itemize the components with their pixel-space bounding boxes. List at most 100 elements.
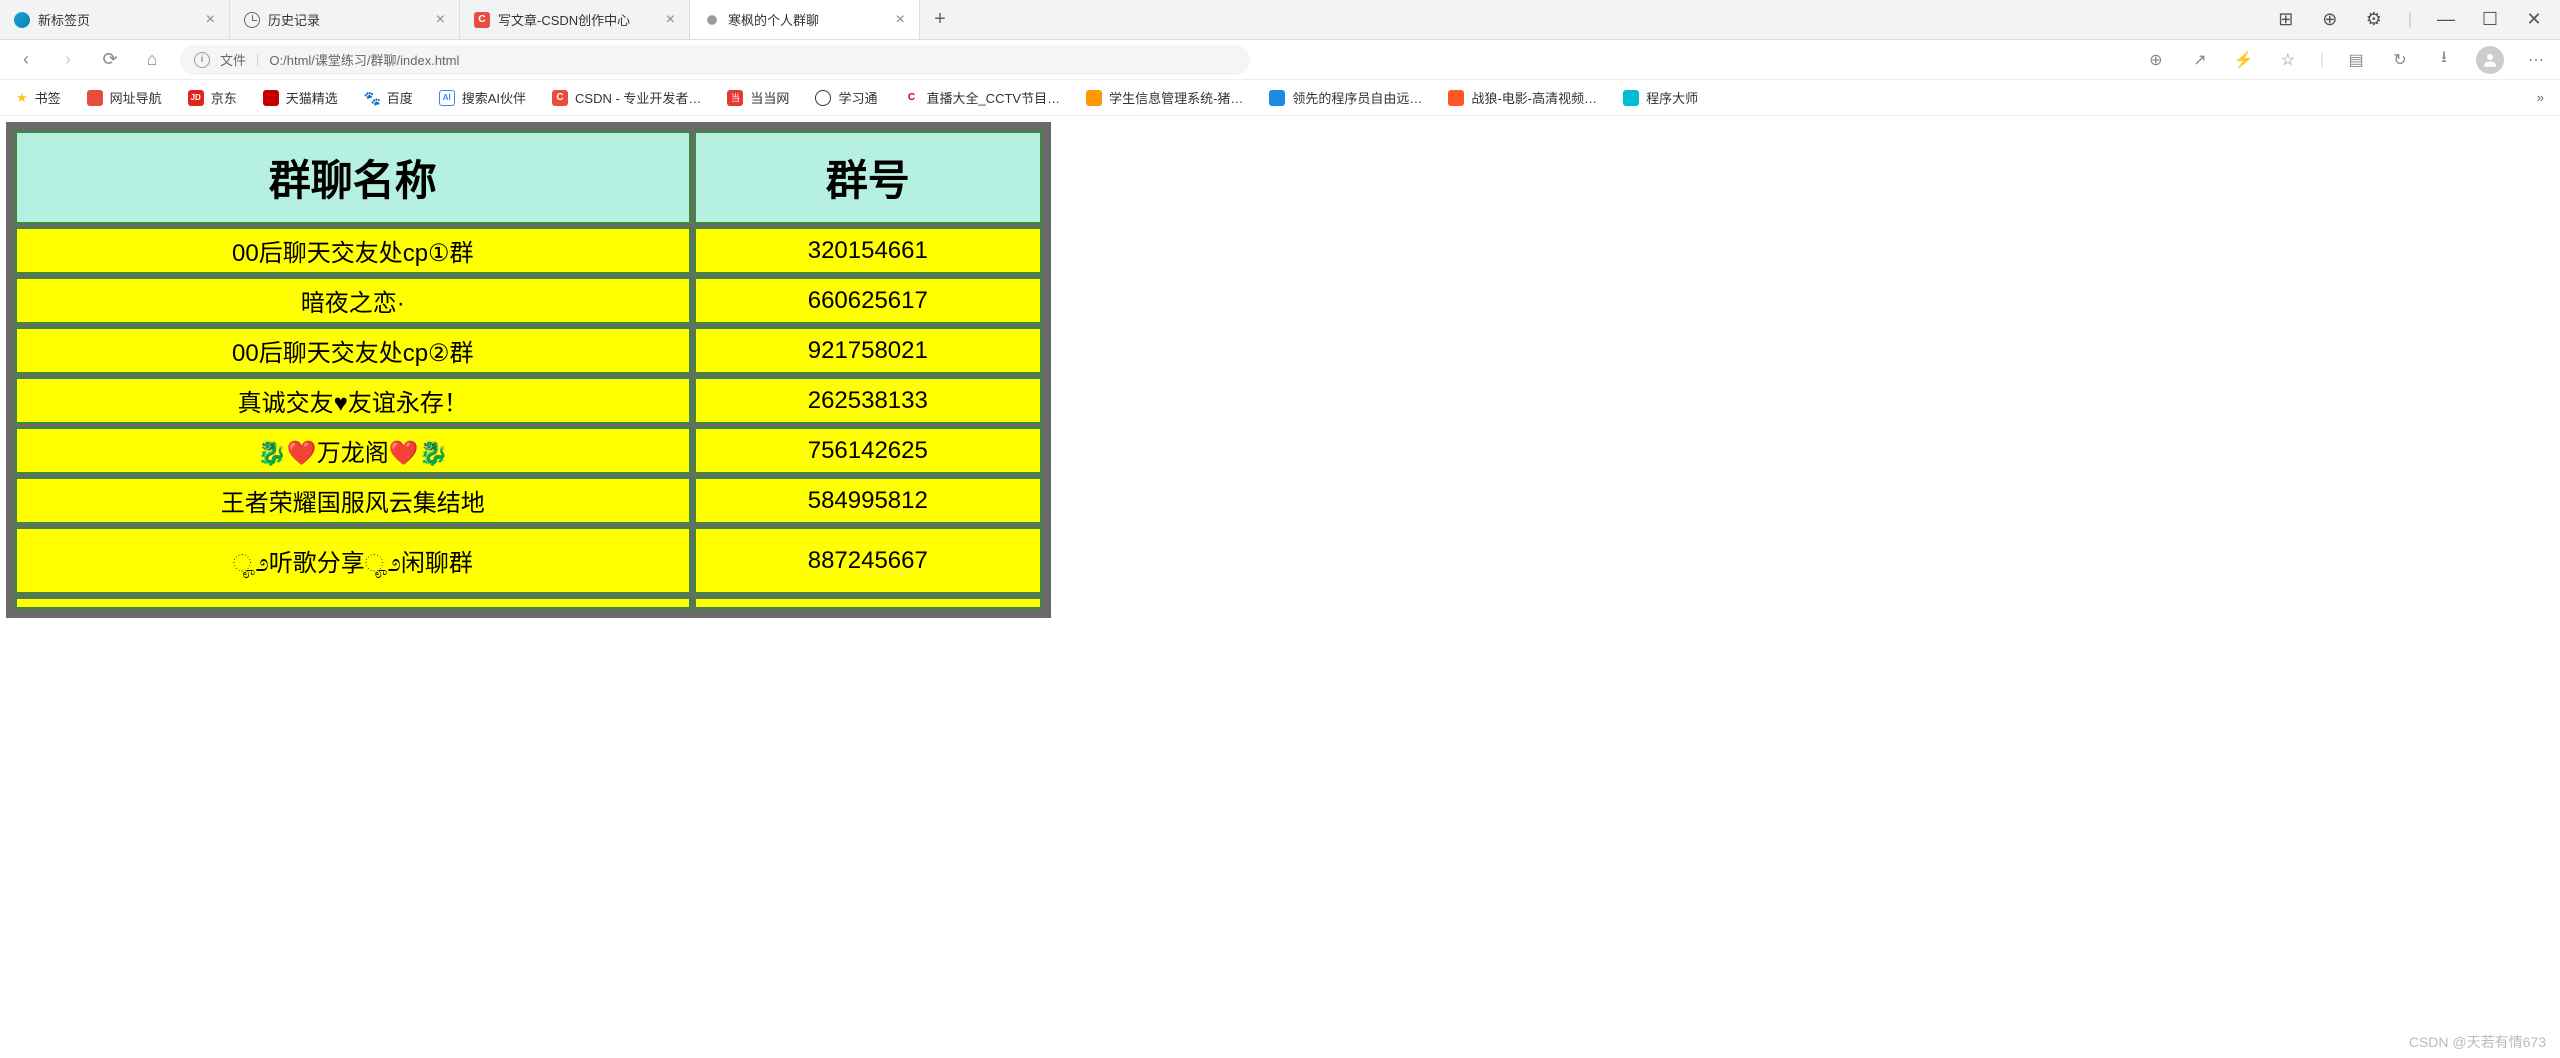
minimize-button[interactable]: — bbox=[2436, 10, 2456, 30]
info-icon[interactable]: i bbox=[194, 52, 210, 68]
download-icon[interactable]: ⭳ bbox=[2432, 48, 2456, 72]
student-icon bbox=[1086, 90, 1102, 106]
bookmark-student[interactable]: 学生信息管理系统-猪… bbox=[1086, 88, 1243, 107]
table-row: 🐉❤️万龙阁❤️🐉756142625 bbox=[15, 427, 1042, 474]
bookmark-label: 网址导航 bbox=[110, 88, 162, 107]
header-name: 群聊名称 bbox=[15, 131, 691, 224]
tab-title: 历史记录 bbox=[268, 10, 428, 29]
tab-title: 寒枫的个人群聊 bbox=[728, 10, 888, 29]
bookmark-jd[interactable]: JD京东 bbox=[188, 88, 237, 107]
cell-name: 00后聊天交友处cp②群 bbox=[15, 327, 691, 374]
cell-name: 真诚交友♥友谊永存！ bbox=[15, 377, 691, 424]
bookmark-movie[interactable]: 战狼-电影-高清视频… bbox=[1448, 88, 1597, 107]
table-row: 真诚交友♥友谊永存！262538133 bbox=[15, 377, 1042, 424]
cell-name: 00后聊天交友处cp①群 bbox=[15, 227, 691, 274]
table-row: 暗夜之恋·660625617 bbox=[15, 277, 1042, 324]
share-icon[interactable]: ↗ bbox=[2188, 48, 2212, 72]
movie-icon bbox=[1448, 90, 1464, 106]
panel-icon[interactable]: ⊞ bbox=[2276, 10, 2296, 30]
clock-icon bbox=[244, 12, 260, 28]
watermark: CSDN @天若有情673 bbox=[2409, 1032, 2546, 1052]
cell-empty bbox=[15, 597, 691, 609]
tab-title: 写文章-CSDN创作中心 bbox=[498, 10, 658, 29]
tab-newtab[interactable]: 新标签页 × bbox=[0, 0, 230, 39]
bookmark-label: 直播大全_CCTV节目… bbox=[926, 88, 1060, 107]
bookmark-nav[interactable]: 网址导航 bbox=[87, 88, 162, 107]
close-icon[interactable]: × bbox=[436, 11, 445, 29]
dangdang-icon: 当 bbox=[727, 90, 743, 106]
new-tab-button[interactable]: + bbox=[920, 0, 960, 39]
table-row: 王者荣耀国服风云集结地584995812 bbox=[15, 477, 1042, 524]
close-window-button[interactable]: ✕ bbox=[2524, 10, 2544, 30]
close-icon[interactable]: × bbox=[206, 11, 215, 29]
cell-number: 584995812 bbox=[694, 477, 1042, 524]
url-separator: | bbox=[256, 52, 259, 67]
cell-number: 660625617 bbox=[694, 277, 1042, 324]
home-button[interactable]: ⌂ bbox=[138, 46, 166, 74]
bookmark-tmall[interactable]: 天猫精选 bbox=[263, 88, 338, 107]
avatar[interactable] bbox=[2476, 46, 2504, 74]
tab-active[interactable]: 寒枫的个人群聊 × bbox=[690, 0, 920, 39]
reader-icon[interactable]: ▤ bbox=[2344, 48, 2368, 72]
table-body: 00后聊天交友处cp①群320154661 暗夜之恋·660625617 00后… bbox=[15, 227, 1042, 609]
jd-icon: JD bbox=[188, 90, 204, 106]
maximize-button[interactable]: ☐ bbox=[2480, 10, 2500, 30]
group-table: 群聊名称 群号 00后聊天交友处cp①群320154661 暗夜之恋·66062… bbox=[6, 122, 1051, 618]
browser-icon bbox=[14, 12, 30, 28]
bookmark-dangdang[interactable]: 当当当网 bbox=[727, 88, 789, 107]
bookmark-label: 书签 bbox=[35, 88, 61, 107]
bookmarks-overflow[interactable]: » bbox=[2537, 90, 2544, 105]
bookmark-label: CSDN - 专业开发者… bbox=[575, 88, 701, 107]
cell-name: 王者荣耀国服风云集结地 bbox=[15, 477, 691, 524]
back-button[interactable]: ‹ bbox=[12, 46, 40, 74]
cell-number: 921758021 bbox=[694, 327, 1042, 374]
bookmarks-bar: ★ 书签 网址导航 JD京东 天猫精选 🐾百度 AI搜索AI伙伴 CCSDN - … bbox=[0, 80, 2560, 116]
star-icon: ★ bbox=[16, 90, 28, 106]
bookmark-baidu[interactable]: 🐾百度 bbox=[364, 88, 413, 107]
bookmark-programmer[interactable]: 领先的程序员自由远… bbox=[1269, 88, 1422, 107]
url-text: O:/html/课堂练习/群聊/index.html bbox=[269, 50, 459, 69]
close-icon[interactable]: × bbox=[666, 11, 675, 29]
bookmark-label: 天猫精选 bbox=[286, 88, 338, 107]
bookmark-label: 当当网 bbox=[750, 88, 789, 107]
header-number: 群号 bbox=[694, 131, 1042, 224]
tab-history[interactable]: 历史记录 × bbox=[230, 0, 460, 39]
extensions-icon[interactable]: ⊕ bbox=[2320, 10, 2340, 30]
bookmark-cctv[interactable]: C直播大全_CCTV节目… bbox=[903, 88, 1060, 107]
bookmark-label: 百度 bbox=[387, 88, 413, 107]
bookmark-label: 战狼-电影-高清视频… bbox=[1471, 88, 1597, 107]
bookmark-xuexitong[interactable]: 学习通 bbox=[815, 88, 877, 107]
menu-icon[interactable]: ⋯ bbox=[2524, 48, 2548, 72]
tab-csdn[interactable]: C 写文章-CSDN创作中心 × bbox=[460, 0, 690, 39]
bookmark-star[interactable]: ★ 书签 bbox=[16, 88, 61, 107]
star-icon[interactable]: ☆ bbox=[2276, 48, 2300, 72]
table-row-empty bbox=[15, 597, 1042, 609]
tab-strip: 新标签页 × 历史记录 × C 写文章-CSDN创作中心 × 寒枫的个人群聊 ×… bbox=[0, 0, 2560, 40]
address-bar: ‹ › ⟳ ⌂ i 文件 | O:/html/课堂练习/群聊/index.htm… bbox=[0, 40, 2560, 80]
bookmark-label: 领先的程序员自由远… bbox=[1292, 88, 1422, 107]
divider: | bbox=[2408, 11, 2412, 29]
close-icon[interactable]: × bbox=[896, 11, 905, 29]
url-input[interactable]: i 文件 | O:/html/课堂练习/群聊/index.html bbox=[180, 45, 1250, 75]
puzzle-icon[interactable]: ⚙ bbox=[2364, 10, 2384, 30]
cell-number: 887245667 bbox=[694, 527, 1042, 594]
page-content: 群聊名称 群号 00后聊天交友处cp①群320154661 暗夜之恋·66062… bbox=[0, 116, 2560, 1058]
cell-number: 756142625 bbox=[694, 427, 1042, 474]
bookmark-label: 学习通 bbox=[838, 88, 877, 107]
flash-icon[interactable]: ⚡ bbox=[2232, 48, 2256, 72]
zoom-icon[interactable]: ⊕ bbox=[2144, 48, 2168, 72]
table-row: ೄ೨听歌分享ೄ೨闲聊群887245667 bbox=[15, 527, 1042, 594]
cell-number: 262538133 bbox=[694, 377, 1042, 424]
tmall-icon bbox=[263, 90, 279, 106]
bookmark-master[interactable]: 程序大师 bbox=[1623, 88, 1698, 107]
bookmark-label: 学生信息管理系统-猪… bbox=[1109, 88, 1243, 107]
bookmark-label: 程序大师 bbox=[1646, 88, 1698, 107]
bookmark-csdn[interactable]: CCSDN - 专业开发者… bbox=[552, 88, 701, 107]
refresh-icon[interactable]: ↻ bbox=[2388, 48, 2412, 72]
reload-button[interactable]: ⟳ bbox=[96, 46, 124, 74]
forward-button[interactable]: › bbox=[54, 46, 82, 74]
table-row: 00后聊天交友处cp②群921758021 bbox=[15, 327, 1042, 374]
cell-empty bbox=[694, 597, 1042, 609]
bookmark-label: 搜索AI伙伴 bbox=[462, 88, 526, 107]
bookmark-ai[interactable]: AI搜索AI伙伴 bbox=[439, 88, 526, 107]
